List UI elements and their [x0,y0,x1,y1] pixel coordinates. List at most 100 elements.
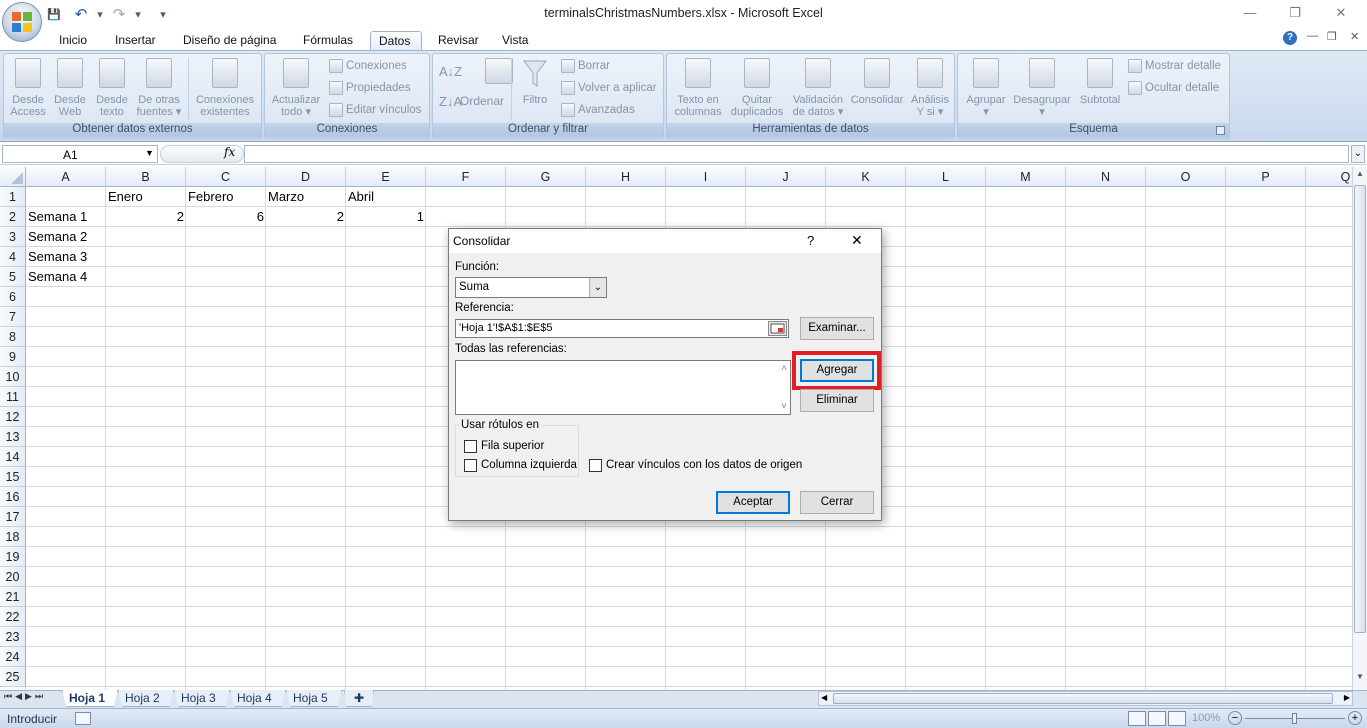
chevron-down-icon[interactable]: ⌄ [589,278,606,297]
cancel-button[interactable]: Cerrar [800,491,874,514]
page-break-view-icon[interactable] [1168,711,1186,726]
scroll-up-icon[interactable]: ▲ [1354,169,1366,183]
cell-A5[interactable]: Semana 4 [26,267,89,287]
vertical-scrollbar[interactable]: ▲ ▼ [1352,167,1367,690]
column-header-P[interactable]: P [1226,167,1306,187]
tab-formulas[interactable]: Fórmulas [295,31,361,51]
edit-links-button[interactable]: Editar vínculos [329,101,421,119]
undo-icon[interactable]: ↶ [73,6,89,23]
delete-button[interactable]: Eliminar [800,389,874,412]
ok-button[interactable]: Aceptar [716,491,790,514]
reapply-filter-button[interactable]: Volver a aplicar [561,79,657,97]
close-button[interactable]: ✕ [1326,4,1356,22]
from-web-button[interactable]: Desde Web [50,58,90,118]
select-all-corner[interactable] [0,167,26,187]
name-box[interactable]: A1 [2,145,158,163]
tab-inicio[interactable]: Inicio [51,31,95,51]
row-header-13[interactable]: 13 [0,427,26,447]
left-column-checkbox[interactable] [464,459,477,472]
ribbon-close-icon[interactable]: ✕ [1350,30,1359,43]
scroll-right-icon[interactable]: ▶ [1344,693,1350,702]
subtotal-button[interactable]: Subtotal [1074,58,1126,106]
column-header-K[interactable]: K [826,167,906,187]
tab-diseno-pagina[interactable]: Diseño de página [175,31,284,51]
list-scroll-up-icon[interactable]: ˄ [781,363,787,374]
show-detail-button[interactable]: Mostrar detalle [1128,57,1221,75]
sort-asc-button[interactable]: A↓Z [439,62,462,80]
column-header-D[interactable]: D [266,167,346,187]
dialog-help-button[interactable]: ? [807,233,814,248]
tab-datos[interactable]: Datos [370,31,422,51]
row-header-14[interactable]: 14 [0,447,26,467]
remove-duplicates-button[interactable]: Quitar duplicados [727,58,787,118]
zoom-slider-thumb[interactable] [1292,713,1297,724]
column-header-F[interactable]: F [426,167,506,187]
help-icon[interactable]: ? [1283,31,1297,45]
sheet-tab-hoja2[interactable]: Hoja 2 [118,690,174,707]
column-header-C[interactable]: C [186,167,266,187]
cell-A3[interactable]: Semana 2 [26,227,89,247]
row-header-25[interactable]: 25 [0,667,26,687]
tab-revisar[interactable]: Revisar [430,31,487,51]
undo-dropdown-icon[interactable]: ▾ [92,6,108,22]
row-header-17[interactable]: 17 [0,507,26,527]
advanced-filter-button[interactable]: Avanzadas [561,101,635,119]
row-header-2[interactable]: 2 [0,207,26,227]
from-access-button[interactable]: Desde Access [8,58,48,118]
row-header-20[interactable]: 20 [0,567,26,587]
dialog-close-button[interactable]: ✕ [851,232,863,249]
cell-C2[interactable]: 6 [186,207,266,227]
ribbon-restore-icon[interactable]: ❐ [1327,30,1337,43]
page-layout-view-icon[interactable] [1148,711,1166,726]
consolidate-button[interactable]: Consolidar [848,58,906,106]
refresh-all-button[interactable]: Actualizar todo ▾ [268,58,324,118]
horizontal-scroll-thumb[interactable] [833,693,1333,704]
sheet-tab-hoja3[interactable]: Hoja 3 [174,690,230,707]
ungroup-button[interactable]: Desagrupar ▾ [1010,58,1074,118]
insert-sheet-icon[interactable]: ✚ [344,690,374,707]
row-header-1[interactable]: 1 [0,187,26,207]
row-header-23[interactable]: 23 [0,627,26,647]
row-header-4[interactable]: 4 [0,247,26,267]
formula-input[interactable] [244,145,1349,163]
sheet-tab-hoja4[interactable]: Hoja 4 [230,690,286,707]
create-links-checkbox[interactable] [589,459,602,472]
row-header-12[interactable]: 12 [0,407,26,427]
row-header-5[interactable]: 5 [0,267,26,287]
from-text-button[interactable]: Desde texto [92,58,132,118]
sheet-tab-hoja5[interactable]: Hoja 5 [286,690,342,707]
zoom-level[interactable]: 100% [1192,712,1220,724]
reference-input[interactable]: 'Hoja 1'!$A$1:$E$5 [455,319,789,338]
expand-formula-bar-icon[interactable]: ⌄ [1351,145,1365,163]
cell-A4[interactable]: Semana 3 [26,247,89,267]
cell-B2[interactable]: 2 [106,207,186,227]
tab-vista[interactable]: Vista [494,31,536,51]
row-header-10[interactable]: 10 [0,367,26,387]
row-header-22[interactable]: 22 [0,607,26,627]
customize-qat-icon[interactable]: ▾ [155,6,171,22]
column-header-L[interactable]: L [906,167,986,187]
collapse-dialog-icon[interactable] [768,321,787,336]
row-header-9[interactable]: 9 [0,347,26,367]
from-other-sources-button[interactable]: De otras fuentes ▾ [134,58,184,118]
column-header-G[interactable]: G [506,167,586,187]
zoom-in-icon[interactable]: + [1348,711,1362,725]
row-header-6[interactable]: 6 [0,287,26,307]
column-header-B[interactable]: B [106,167,186,187]
redo-icon[interactable]: ↷ [111,6,127,23]
row-header-3[interactable]: 3 [0,227,26,247]
row-header-16[interactable]: 16 [0,487,26,507]
name-box-dropdown-icon[interactable]: ▼ [145,148,154,158]
properties-button[interactable]: Propiedades [329,79,411,97]
list-scroll-down-icon[interactable]: ˅ [781,401,787,412]
office-button[interactable] [2,2,42,42]
top-row-checkbox[interactable] [464,440,477,453]
connections-button[interactable]: Conexiones [329,57,407,75]
row-header-15[interactable]: 15 [0,467,26,487]
horizontal-scrollbar[interactable]: ◀ ▶ [818,691,1353,706]
column-header-I[interactable]: I [666,167,746,187]
clear-filter-button[interactable]: Borrar [561,57,610,75]
column-header-N[interactable]: N [1066,167,1146,187]
hide-detail-button[interactable]: Ocultar detalle [1128,79,1219,97]
sheet-navigation-icon[interactable]: ⏮◀▶⏭ [4,691,46,702]
